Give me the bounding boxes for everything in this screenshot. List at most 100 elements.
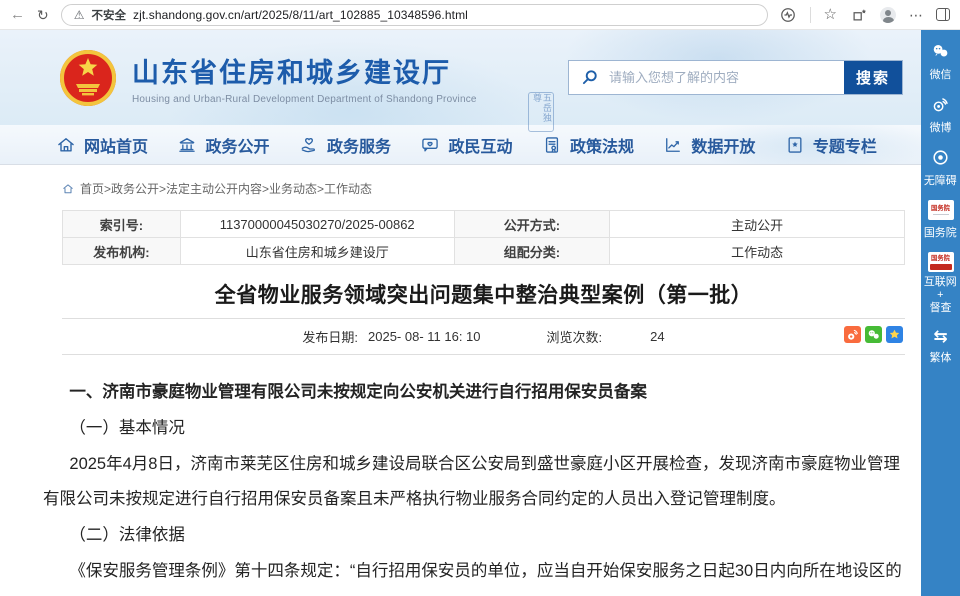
main-navigation: 网站首页 政务公开 政务服务: [0, 125, 921, 165]
badge-line: [933, 214, 949, 215]
browser-essentials-icon[interactable]: [780, 6, 797, 23]
article-body: 一、济南市豪庭物业管理有限公司未按规定向公安机关进行自行招用保安员备案 （一）基…: [43, 375, 905, 596]
nav-item-home[interactable]: 网站首页: [56, 133, 148, 157]
decorative-seal: 五岳独尊: [528, 92, 554, 132]
article-paragraph: 2025年4月8日，济南市莱芜区住房和城乡建设局联合区公安局到盛世豪庭小区开展检…: [43, 447, 905, 519]
rail-label: 互联网 + 督查: [923, 276, 958, 316]
rail-item-weibo[interactable]: 微博: [929, 94, 952, 135]
article-meta-row: 发布日期: 2025- 08- 11 16: 10 浏览次数: 24: [62, 318, 905, 355]
site-search: 搜索: [568, 60, 903, 95]
nav-label: 政务服务: [327, 133, 391, 157]
meta-label-category: 组配分类:: [455, 238, 611, 265]
article-paragraph: （二）法律依据: [43, 518, 905, 554]
rail-item-wechat[interactable]: 微信: [929, 41, 952, 82]
publish-date-label: 发布日期:: [302, 327, 358, 346]
wechat-share-icon[interactable]: [865, 326, 882, 343]
weibo-icon: [930, 94, 951, 115]
nav-label: 政民互动: [448, 133, 512, 157]
toolbar-divider: [810, 7, 811, 23]
traditional-chinese-toggle-icon: ⇆: [933, 328, 947, 345]
content-area: 首页>政务公开>法定主动公开内容>业务动态>工作动态 索引号: 11370000…: [0, 180, 921, 596]
not-secure-label: 不安全: [92, 7, 127, 23]
favorite-star-icon[interactable]: ☆: [824, 7, 837, 22]
rail-item-state-council[interactable]: 国务院 国务院: [923, 200, 958, 240]
search-button[interactable]: 搜索: [844, 61, 902, 94]
badge-text: 国务院: [931, 255, 950, 261]
favorite-share-icon[interactable]: [886, 326, 903, 343]
service-heart-hand-icon: [299, 135, 319, 155]
meta-value-publisher: 山东省住房和城乡建设厅: [181, 238, 455, 265]
share-buttons: [844, 326, 903, 343]
nav-item-open-data[interactable]: 数据开放: [663, 133, 755, 157]
rail-item-accessibility[interactable]: 无障碍: [923, 147, 958, 188]
search-icon: [569, 61, 609, 94]
meta-value-index: 11370000045030270/2025-00862: [181, 211, 455, 238]
page: 山东省住房和城乡建设厅 Housing and Urban-Rural Deve…: [0, 30, 960, 596]
data-chart-icon: [663, 135, 683, 155]
nav-item-interaction[interactable]: 政民互动: [420, 133, 512, 157]
rail-label: 繁体: [930, 349, 952, 364]
article-paragraph: 《保安服务管理条例》第十四条规定：“自行招用保安员的单位，应当自开始保安服务之日…: [43, 554, 905, 596]
breadcrumb[interactable]: 首页>政务公开>法定主动公开内容>业务动态>工作动态: [62, 180, 905, 197]
rail-label: 国务院: [924, 224, 957, 239]
nav-label: 政策法规: [570, 133, 634, 157]
rail-label-line: 督查: [930, 303, 952, 316]
wechat-icon: [930, 41, 951, 62]
meta-label-index: 索引号:: [63, 211, 181, 238]
rail-item-traditional-chinese[interactable]: ⇆ 繁体: [929, 328, 952, 365]
search-input[interactable]: [609, 61, 844, 94]
not-secure-warning-icon: ⚠: [74, 9, 85, 21]
rail-label: 微博: [930, 119, 952, 134]
back-icon[interactable]: ←: [10, 7, 25, 22]
rail-item-internet-supervision[interactable]: 国务院 互联网 + 督查: [923, 252, 958, 316]
site-header: 山东省住房和城乡建设厅 Housing and Urban-Rural Deve…: [0, 30, 921, 125]
weibo-share-icon[interactable]: [844, 326, 861, 343]
refresh-icon[interactable]: ↻: [37, 8, 49, 22]
accessibility-eye-icon: [930, 147, 951, 168]
internet-supervision-badge-icon: 国务院: [928, 252, 954, 272]
meta-value-disclosure: 主动公开: [610, 211, 905, 238]
nav-label: 数据开放: [691, 133, 755, 157]
nav-item-special-columns[interactable]: 专题专栏: [785, 133, 877, 157]
article-title: 全省物业服务领域突出问题集中整治典型案例（第一批）: [62, 279, 905, 309]
views-label: 浏览次数:: [547, 327, 603, 346]
nav-label: 专题专栏: [813, 133, 877, 157]
breadcrumb-text: 首页>政务公开>法定主动公开内容>业务动态>工作动态: [80, 180, 372, 197]
url-text[interactable]: zjt.shandong.gov.cn/art/2025/8/11/art_10…: [133, 8, 468, 22]
policy-document-icon: [542, 135, 562, 155]
rail-label: 无障碍: [924, 172, 957, 187]
state-council-badge-icon: 国务院: [928, 200, 954, 220]
breadcrumb-home-icon: [62, 183, 74, 195]
home-icon: [56, 135, 76, 155]
profile-avatar[interactable]: [880, 7, 896, 23]
document-meta-table: 索引号: 11370000045030270/2025-00862 公开方式: …: [62, 210, 905, 265]
article-paragraph: （一）基本情况: [43, 411, 905, 447]
side-rail: 微信 微博 无障碍 国务院 国务院 国务院: [921, 30, 960, 596]
rail-label: 微信: [930, 66, 952, 81]
browser-toolbar: ← ↻ ⚠ 不安全 zjt.shandong.gov.cn/art/2025/8…: [0, 0, 960, 30]
site-title-block: 山东省住房和城乡建设厅 Housing and Urban-Rural Deve…: [132, 51, 477, 105]
site-subtitle-english: Housing and Urban-Rural Development Depa…: [132, 94, 477, 105]
site-title: 山东省住房和城乡建设厅: [132, 51, 477, 90]
rail-label-line: +: [937, 290, 943, 303]
rail-label-line: 互联网: [924, 276, 957, 289]
article-paragraph: 一、济南市豪庭物业管理有限公司未按规定向公安机关进行自行招用保安员备案: [43, 375, 905, 411]
publish-date-value: 2025- 08- 11 16: 10: [368, 329, 481, 344]
browser-actions: ☆ ⋯: [780, 6, 950, 23]
badge-text: 国务院: [931, 205, 950, 211]
badge-strip: [930, 264, 952, 270]
collections-icon[interactable]: [850, 6, 867, 23]
meta-label-disclosure: 公开方式:: [455, 211, 611, 238]
browser-menu-icon[interactable]: ⋯: [909, 8, 923, 22]
nav-item-gov-services[interactable]: 政务服务: [299, 133, 391, 157]
special-column-star-icon: [785, 135, 805, 155]
page-main: 山东省住房和城乡建设厅 Housing and Urban-Rural Deve…: [0, 30, 921, 596]
nav-item-policies[interactable]: 政策法规: [542, 133, 634, 157]
national-emblem-logo: [58, 48, 118, 108]
address-bar[interactable]: ⚠ 不安全 zjt.shandong.gov.cn/art/2025/8/11/…: [61, 4, 768, 26]
government-building-icon: [177, 135, 197, 155]
nav-item-gov-info[interactable]: 政务公开: [177, 133, 269, 157]
sidebar-panel-icon[interactable]: [936, 8, 950, 21]
meta-label-publisher: 发布机构:: [63, 238, 181, 265]
nav-label: 网站首页: [84, 133, 148, 157]
